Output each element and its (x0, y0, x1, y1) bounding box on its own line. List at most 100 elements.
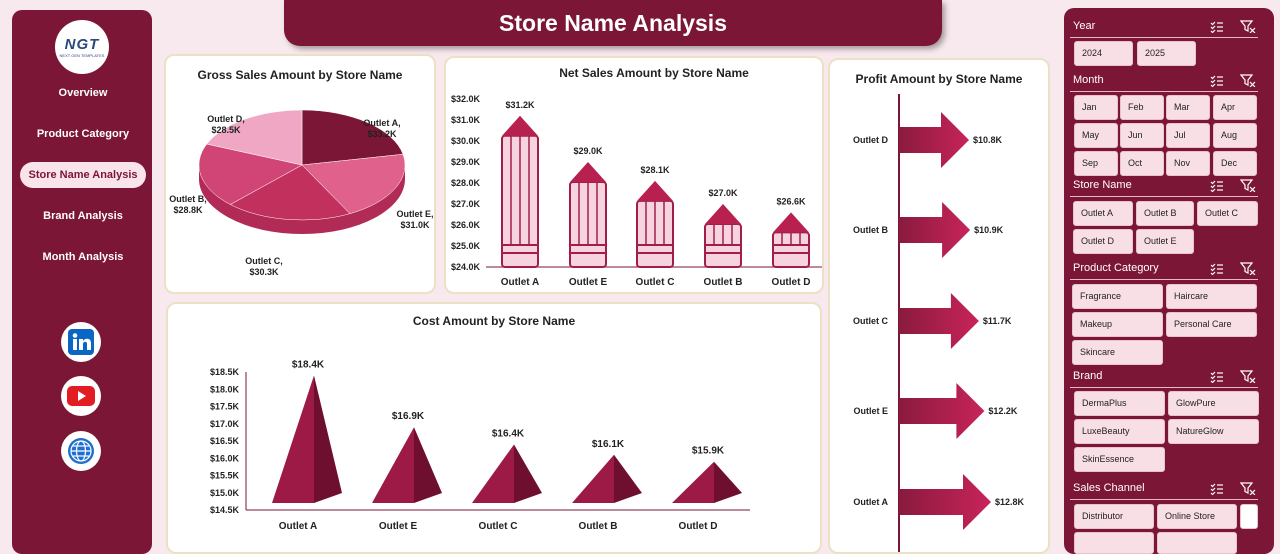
slicer-chip-category[interactable]: Skincare (1072, 340, 1163, 365)
linkedin-icon[interactable] (61, 322, 101, 362)
slicer-chip-month[interactable]: Sep (1074, 151, 1118, 176)
profit-data-label: $12.2K (988, 406, 1018, 416)
profit-arrow-bar (899, 293, 979, 349)
clear-filter-icon[interactable] (1239, 74, 1256, 88)
slicer-chip-store[interactable]: Outlet D (1073, 229, 1133, 254)
slicer-chip-brand[interactable]: DermaPlus (1074, 391, 1165, 416)
gross-sales-chart-panel: Gross Sales Amount by Store Name Outlet … (164, 54, 436, 294)
pie-label-value: $30.3K (249, 267, 279, 277)
cost-y-tick-label: $16.0K (210, 453, 240, 463)
slicer-chip-channel[interactable] (1074, 532, 1154, 554)
pie-label-value: $31.0K (400, 220, 430, 230)
slicer-chip-store[interactable]: Outlet A (1073, 201, 1133, 226)
slicer-chip-year[interactable]: 2025 (1137, 41, 1196, 66)
clear-filter-icon[interactable] (1239, 482, 1256, 496)
slicer-chip-store[interactable]: Outlet E (1136, 229, 1194, 254)
net-y-tick-label: $31.0K (451, 115, 481, 125)
net-y-tick-label: $30.0K (451, 136, 481, 146)
slicer-chip-store[interactable]: Outlet C (1197, 201, 1258, 226)
nav-store-name-analysis[interactable]: Store Name Analysis (20, 162, 146, 188)
net-data-label: $26.6K (776, 196, 806, 206)
cost-data-label: $15.9K (692, 446, 725, 457)
profit-arrow-bar (899, 474, 991, 530)
profit-category-label: Outlet B (853, 225, 888, 235)
slicer-chip-month[interactable]: Aug (1213, 123, 1257, 148)
slicer-chip-month[interactable]: Jan (1074, 95, 1118, 120)
cost-y-tick-label: $17.5K (210, 402, 240, 412)
slicer-chip-brand[interactable]: GlowPure (1168, 391, 1259, 416)
net-x-tick-label: Outlet D (772, 277, 811, 288)
clear-filter-icon[interactable] (1239, 179, 1256, 193)
cost-y-tick-label: $14.5K (210, 505, 240, 515)
net-y-tick-label: $26.0K (451, 220, 481, 230)
cost-pyramid-bar (472, 444, 542, 503)
pie-label-category: Outlet D, (207, 114, 245, 124)
cost-pyramid-face (572, 454, 614, 503)
cost-pyramid-side (514, 444, 542, 503)
pie-label: Outlet B, $28.8K (169, 194, 207, 215)
nav-product-category[interactable]: Product Category (20, 121, 146, 147)
slicer-chip-month[interactable]: Apr (1213, 95, 1257, 120)
clear-filter-icon[interactable] (1239, 370, 1256, 384)
slicer-chip-channel[interactable]: Online Store (1157, 504, 1237, 529)
net-pencil-tip (502, 115, 538, 136)
cost-pyramid-side (714, 461, 742, 503)
slicer-chip-month[interactable]: Nov (1166, 151, 1210, 176)
multi-select-icon[interactable] (1210, 482, 1224, 496)
slicer-chip-category[interactable]: Fragrance (1072, 284, 1163, 309)
slicer-chip-brand[interactable]: LuxeBeauty (1074, 419, 1165, 444)
pie-label-value: $28.8K (173, 205, 203, 215)
cost-y-tick-label: $16.5K (210, 436, 240, 446)
net-y-tick-label: $25.0K (451, 241, 481, 251)
cost-x-tick-label: Outlet A (279, 521, 318, 532)
net-y-tick-label: $28.0K (451, 178, 481, 188)
slicer-chip-brand[interactable]: NatureGlow (1168, 419, 1259, 444)
slicer-chip-store[interactable]: Outlet B (1136, 201, 1194, 226)
slicer-chip-year[interactable]: 2024 (1074, 41, 1133, 66)
nav-overview[interactable]: Overview (20, 80, 146, 106)
multi-select-icon[interactable] (1210, 74, 1224, 88)
slicer-divider (1070, 91, 1258, 92)
slicer-chip-brand[interactable]: SkinEssence (1074, 447, 1165, 472)
youtube-icon[interactable] (61, 376, 101, 416)
net-y-tick-label: $27.0K (451, 199, 481, 209)
slicer-chip-month[interactable]: Feb (1120, 95, 1164, 120)
multi-select-icon[interactable] (1210, 179, 1224, 193)
slicer-chip-category[interactable]: Personal Care (1166, 312, 1257, 337)
slicer-divider (1070, 37, 1258, 38)
cost-pyramid-side (314, 375, 342, 503)
multi-select-icon[interactable] (1210, 262, 1224, 276)
profit-category-label: Outlet D (853, 135, 888, 145)
multi-select-icon[interactable] (1210, 370, 1224, 384)
cost-chart-panel: Cost Amount by Store Name $14.5K $15.0K $1… (166, 302, 822, 554)
clear-filter-icon[interactable] (1239, 20, 1256, 34)
slicer-chip-month[interactable]: Jul (1166, 123, 1210, 148)
profit-arrow-bar (899, 112, 969, 168)
slicer-title-brand: Brand (1073, 370, 1103, 382)
nav-month-analysis[interactable]: Month Analysis (20, 244, 146, 270)
nav-brand-analysis[interactable]: Brand Analysis (20, 203, 146, 229)
net-x-tick-label: Outlet C (636, 277, 675, 288)
net-data-label: $27.0K (708, 188, 738, 198)
slicer-chip-month[interactable]: Oct (1120, 151, 1164, 176)
slicer-chip-month[interactable]: May (1074, 123, 1118, 148)
multi-select-icon[interactable] (1210, 20, 1224, 34)
clear-filter-icon[interactable] (1239, 262, 1256, 276)
slicer-scrollbar[interactable] (1240, 504, 1258, 529)
slicer-chip-channel[interactable] (1157, 532, 1237, 554)
slicer-chip-category[interactable]: Makeup (1072, 312, 1163, 337)
cost-pyramid-bar (372, 427, 442, 503)
cost-pyramid-side (614, 454, 642, 503)
slicer-chip-month[interactable]: Dec (1213, 151, 1257, 176)
profit-data-label: $10.9K (974, 225, 1004, 235)
cost-pyramid-face (472, 444, 514, 503)
globe-icon[interactable] (61, 431, 101, 471)
slicer-divider (1070, 499, 1258, 500)
pie-label: Outlet A, $33.2K (363, 118, 400, 139)
slicer-chip-month[interactable]: Mar (1166, 95, 1210, 120)
pie-label-category: Outlet B, (169, 194, 207, 204)
slicer-chip-channel[interactable]: Distributor (1074, 504, 1154, 529)
slicer-chip-month[interactable]: Jun (1120, 123, 1164, 148)
slicer-panel (1064, 8, 1274, 554)
slicer-chip-category[interactable]: Haircare (1166, 284, 1257, 309)
